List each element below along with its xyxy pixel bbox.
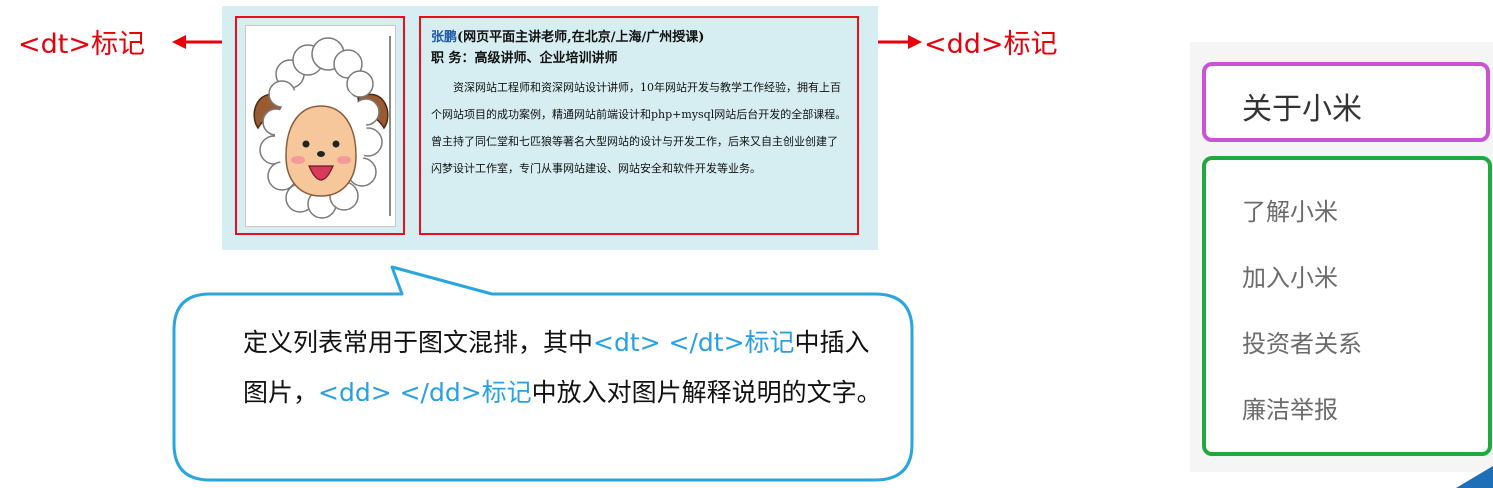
nav-link-about[interactable]: 了解小米: [1242, 192, 1338, 227]
dd-highlight-frame: 张鹏(网页平面主讲老师,在北京/上海/广州授课) 职 务：高级讲师、企业培训讲师…: [419, 16, 859, 235]
teacher-role: 职 务：高级讲师、企业培训讲师: [431, 51, 618, 66]
dt-highlight-frame: [235, 16, 405, 235]
nav-list-frame: 了解小米 加入小米 投资者关系 廉洁举报: [1202, 156, 1492, 456]
xiaomi-footer-nav: 关于小米 了解小米 加入小米 投资者关系 廉洁举报: [1190, 42, 1493, 472]
dt-annotation-label: <dt>标记: [18, 29, 145, 60]
definition-list-demo: 张鹏(网页平面主讲老师,在北京/上海/广州授课) 职 务：高级讲师、企业培训讲师…: [222, 6, 878, 250]
corner-triangle-icon: [1456, 466, 1493, 488]
teacher-name-line: 张鹏(网页平面主讲老师,在北京/上海/广州授课): [431, 28, 847, 48]
nav-link-investors[interactable]: 投资者关系: [1242, 324, 1362, 359]
callout-part-3: 中放入对图片解释说明的文字。: [531, 378, 882, 407]
dd-tag-highlight: <dd> </dd>标记: [318, 378, 532, 407]
nav-heading-frame: 关于小米: [1202, 62, 1490, 142]
dt-tag-highlight: <dt> </dt>标记: [593, 328, 795, 357]
dd-annotation-label: <dd>标记: [924, 29, 1058, 60]
teacher-name-suffix: (网页平面主讲老师,在北京/上海/广州授课): [457, 30, 705, 45]
nav-link-join[interactable]: 加入小米: [1242, 258, 1338, 293]
teacher-bio-text: 资深网站工程师和资深网站设计讲师，10年网站开发与教学工作经验，拥有上百个网站项…: [431, 81, 847, 175]
sheep-cartoon-icon: [253, 37, 389, 219]
callout-part-1: 定义列表常用于图文混排，其中: [243, 328, 594, 357]
teacher-bio: 资深网站工程师和资深网站设计讲师，10年网站开发与教学工作经验，拥有上百个网站项…: [431, 74, 847, 182]
nav-heading: 关于小米: [1242, 92, 1362, 127]
nav-link-report[interactable]: 廉洁举报: [1242, 390, 1338, 425]
callout-text: 定义列表常用于图文混排，其中<dt> </dt>标记中插入图片，<dd> </d…: [243, 318, 893, 418]
lamb-avatar-image: [245, 25, 396, 227]
teacher-name: 张鹏: [431, 30, 458, 45]
image-scroll-edge: [389, 36, 391, 216]
